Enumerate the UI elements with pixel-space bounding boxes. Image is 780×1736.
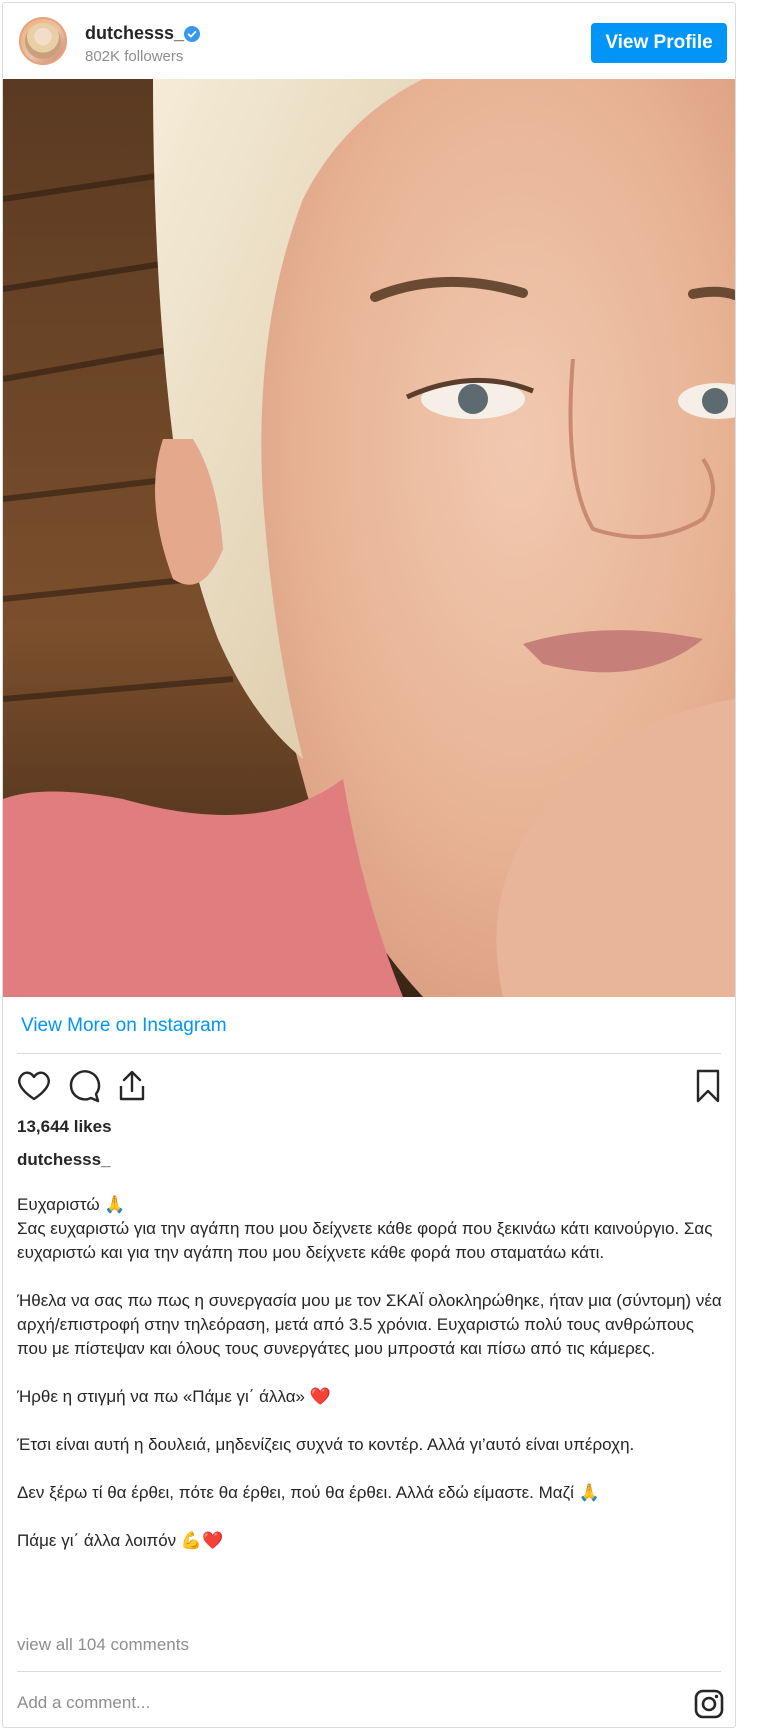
divider	[17, 1053, 721, 1054]
view-all-comments-link[interactable]: view all 104 comments	[17, 1635, 189, 1655]
caption-paragraph: Ευχαριστώ 🙏 Σας ευχαριστώ για την αγάπη …	[17, 1195, 713, 1262]
heart-icon[interactable]	[15, 1067, 53, 1105]
post-caption: Ευχαριστώ 🙏 Σας ευχαριστώ για την αγάπη …	[17, 1193, 723, 1577]
comment-icon[interactable]	[65, 1067, 103, 1105]
follower-count: 802K followers	[85, 48, 184, 65]
caption-paragraph: Ήθελα να σας πω πως η συνεργασία μου με …	[17, 1291, 722, 1358]
instagram-icon[interactable]	[693, 1688, 725, 1720]
like-count[interactable]: 13,644 likes	[17, 1117, 112, 1137]
share-icon[interactable]	[113, 1067, 151, 1105]
caption-paragraph: Δεν ξέρω τί θα έρθει, πότε θα έρθει, πού…	[17, 1483, 600, 1502]
add-comment-input[interactable]	[17, 1689, 657, 1717]
post-header: dutchesss_ 802K followers View Profile	[3, 3, 735, 79]
caption-username[interactable]: dutchesss_	[17, 1150, 111, 1170]
caption-paragraph: Έτσι είναι αυτή η δουλειά, μηδενίζεις συ…	[17, 1435, 635, 1454]
post-photo[interactable]	[3, 79, 735, 997]
bookmark-icon[interactable]	[689, 1067, 727, 1105]
verified-badge-icon	[184, 26, 200, 42]
view-more-link[interactable]: View More on Instagram	[21, 1015, 227, 1037]
instagram-embed-card: dutchesss_ 802K followers View Profile V…	[2, 2, 736, 1728]
caption-paragraph: Πάμε γι΄ άλλα λοιπόν 💪❤️	[17, 1531, 224, 1550]
avatar[interactable]	[19, 17, 67, 65]
view-profile-button[interactable]: View Profile	[591, 23, 727, 63]
divider	[17, 1671, 721, 1672]
caption-paragraph: Ήρθε η στιγμή να πω «Πάμε γι΄ άλλα» ❤️	[17, 1387, 331, 1406]
username[interactable]: dutchesss_	[85, 23, 184, 44]
